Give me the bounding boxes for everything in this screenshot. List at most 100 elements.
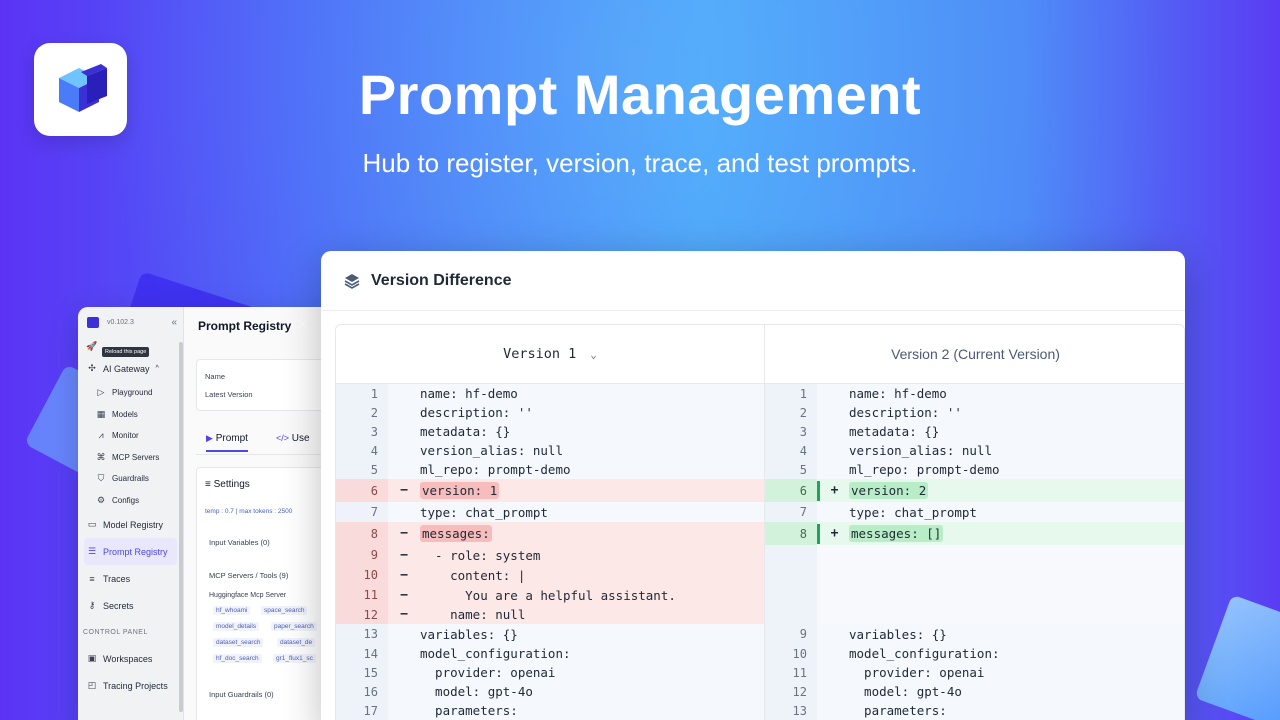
diff-line: 5 ml_repo: prompt-demo: [336, 460, 764, 479]
code-line: type: chat_prompt: [388, 502, 764, 522]
sidebar-item-workspaces[interactable]: ▣ Workspaces: [78, 645, 183, 672]
minus-icon: −: [400, 526, 408, 541]
tool-chip[interactable]: paper_search: [271, 622, 317, 631]
code-text: model: gpt-4o: [420, 684, 533, 699]
line-number: 3: [336, 422, 388, 441]
line-number: 3: [765, 422, 817, 441]
code-text: type: chat_prompt: [420, 504, 548, 520]
collapse-icon[interactable]: «: [171, 317, 177, 328]
code-line: − version: 1: [388, 479, 764, 502]
code-line: − - role: system: [388, 545, 764, 565]
code-line: description: '': [817, 403, 1184, 422]
diff-line: 8 + messages: []: [765, 522, 1184, 545]
tool-chip[interactable]: dataset_search: [213, 638, 264, 647]
version-difference-window: Version Difference Version 1 ⌄ Version 2…: [321, 251, 1185, 720]
tab-use[interactable]: </> Use: [276, 433, 310, 444]
diff-line: 7 type: chat_prompt: [765, 502, 1184, 522]
line-number: 5: [336, 460, 388, 479]
tool-chip[interactable]: gr1_flux1_sc: [273, 654, 316, 663]
code-text: metadata: {}: [849, 424, 940, 439]
diff-line: 9 variables: {}: [765, 624, 1184, 644]
tool-chip[interactable]: hf_doc_search: [213, 654, 262, 663]
diff-line: 12 model: gpt-4o: [765, 682, 1184, 701]
sidebar-item-model-registry[interactable]: ▭ Model Registry: [78, 511, 183, 538]
code-text: You are a helpful assistant.: [420, 587, 676, 603]
sidebar: v0.102.3 « 🚀 Reload this page ✣ AI Gatew…: [78, 307, 184, 720]
sidebar-item-monitor[interactable]: ⩘ Monitor: [78, 425, 183, 447]
code-line: model: gpt-4o: [388, 682, 764, 701]
tool-chip[interactable]: space_search: [261, 606, 308, 615]
sidebar-scrollbar[interactable]: [179, 342, 183, 712]
tool-chip[interactable]: hf_whoami: [213, 606, 251, 615]
line-number: 7: [336, 502, 388, 522]
code-line: version_alias: null: [817, 441, 1184, 460]
code-line: name: hf-demo: [388, 384, 764, 403]
sidebar-header: v0.102.3 «: [78, 307, 183, 337]
sidebar-item-prompt-registry[interactable]: ☰ Prompt Registry: [84, 538, 177, 565]
sidebar-item-secrets[interactable]: ⚷ Secrets: [78, 592, 183, 619]
sidebar-item-ai-gateway[interactable]: ✣ AI Gateway ^: [78, 355, 183, 382]
tab-prompt[interactable]: ▶ Prompt: [206, 433, 248, 452]
diff-line: 10− content: |: [336, 565, 764, 585]
sidebar-item-tracing-projects[interactable]: ◰ Tracing Projects: [78, 672, 183, 699]
settings-meta: temp : 0.7 | max tokens : 2500: [205, 508, 293, 515]
sidebar-item-label: Workspaces: [103, 653, 153, 664]
play-icon: ▷: [97, 387, 105, 398]
prompt-info-card: Name Latest Version: [196, 359, 336, 411]
diff-line: 3 metadata: {}: [765, 422, 1184, 441]
line-number: 4: [765, 441, 817, 460]
code-text: model_configuration:: [420, 646, 571, 661]
hero-title: Prompt Management: [358, 63, 922, 126]
sidebar-item-playground[interactable]: ▷ Playground: [78, 382, 183, 404]
code-text: description: '': [849, 405, 962, 420]
line-number: 6: [765, 479, 817, 502]
diff-line: 8− messages:: [336, 522, 764, 545]
sidebar-item-models[interactable]: ▦ Models: [78, 404, 183, 426]
code-text: provider: openai: [849, 665, 985, 680]
code-text: version_alias: null: [420, 443, 563, 458]
chart-icon: ⩘: [98, 430, 104, 441]
gateway-icon: ✣: [88, 363, 96, 373]
code-text: metadata: {}: [420, 424, 511, 439]
line-number: 10: [336, 565, 388, 585]
line-number: [765, 545, 817, 565]
code-line: ml_repo: prompt-demo: [388, 460, 764, 479]
window-title: Version Difference: [371, 271, 512, 289]
diff-line: 11 provider: openai: [765, 663, 1184, 682]
traces-icon: ≡: [89, 573, 95, 584]
close-icon[interactable]: ✕: [296, 315, 309, 335]
sidebar-item-label: Prompt Registry: [103, 546, 168, 557]
code-text: parameters:: [420, 703, 518, 718]
latest-version-label: Latest Version: [205, 390, 253, 399]
line-number: 2: [336, 403, 388, 422]
mini-logo-icon: [87, 316, 99, 328]
window-header: Version Difference: [321, 251, 1185, 311]
code-line: provider: openai: [817, 663, 1184, 682]
sidebar-item-label: Guardrails: [112, 474, 149, 484]
code-text: provider: openai: [420, 665, 556, 680]
sidebar-item-configs[interactable]: ⚙ Configs: [78, 490, 183, 512]
sidebar-item-label: AI Gateway: [103, 363, 150, 374]
diff-line: 6 + version: 2: [765, 479, 1184, 502]
sidebar-item-guardrails[interactable]: ⛉ Guardrails: [78, 468, 183, 490]
minus-icon: −: [400, 567, 408, 583]
version-selector[interactable]: Version 1 ⌄: [336, 325, 765, 384]
code-line: variables: {}: [388, 624, 764, 644]
line-number: 13: [336, 624, 388, 644]
diff-line: [765, 545, 1184, 565]
code-line: provider: openai: [388, 663, 764, 682]
tool-chip[interactable]: dataset_de: [277, 638, 316, 647]
diff-line: 6− version: 1: [336, 479, 764, 502]
plus-icon: +: [830, 483, 839, 498]
diff-line: 14 model_configuration:: [336, 644, 764, 663]
code-line: model_configuration:: [388, 644, 764, 663]
settings-icon: ≡: [205, 479, 211, 490]
rocket-icon: 🚀: [86, 340, 98, 351]
code-line: − content: |: [388, 565, 764, 585]
code-line: version_alias: null: [388, 441, 764, 460]
tool-chip[interactable]: model_details: [213, 622, 260, 631]
sidebar-item-mcp-servers[interactable]: ⌘ MCP Servers: [78, 447, 183, 469]
code-line: [817, 585, 1184, 605]
code-text: variables: {}: [849, 626, 947, 642]
sidebar-item-traces[interactable]: ≡ Traces: [78, 565, 183, 592]
